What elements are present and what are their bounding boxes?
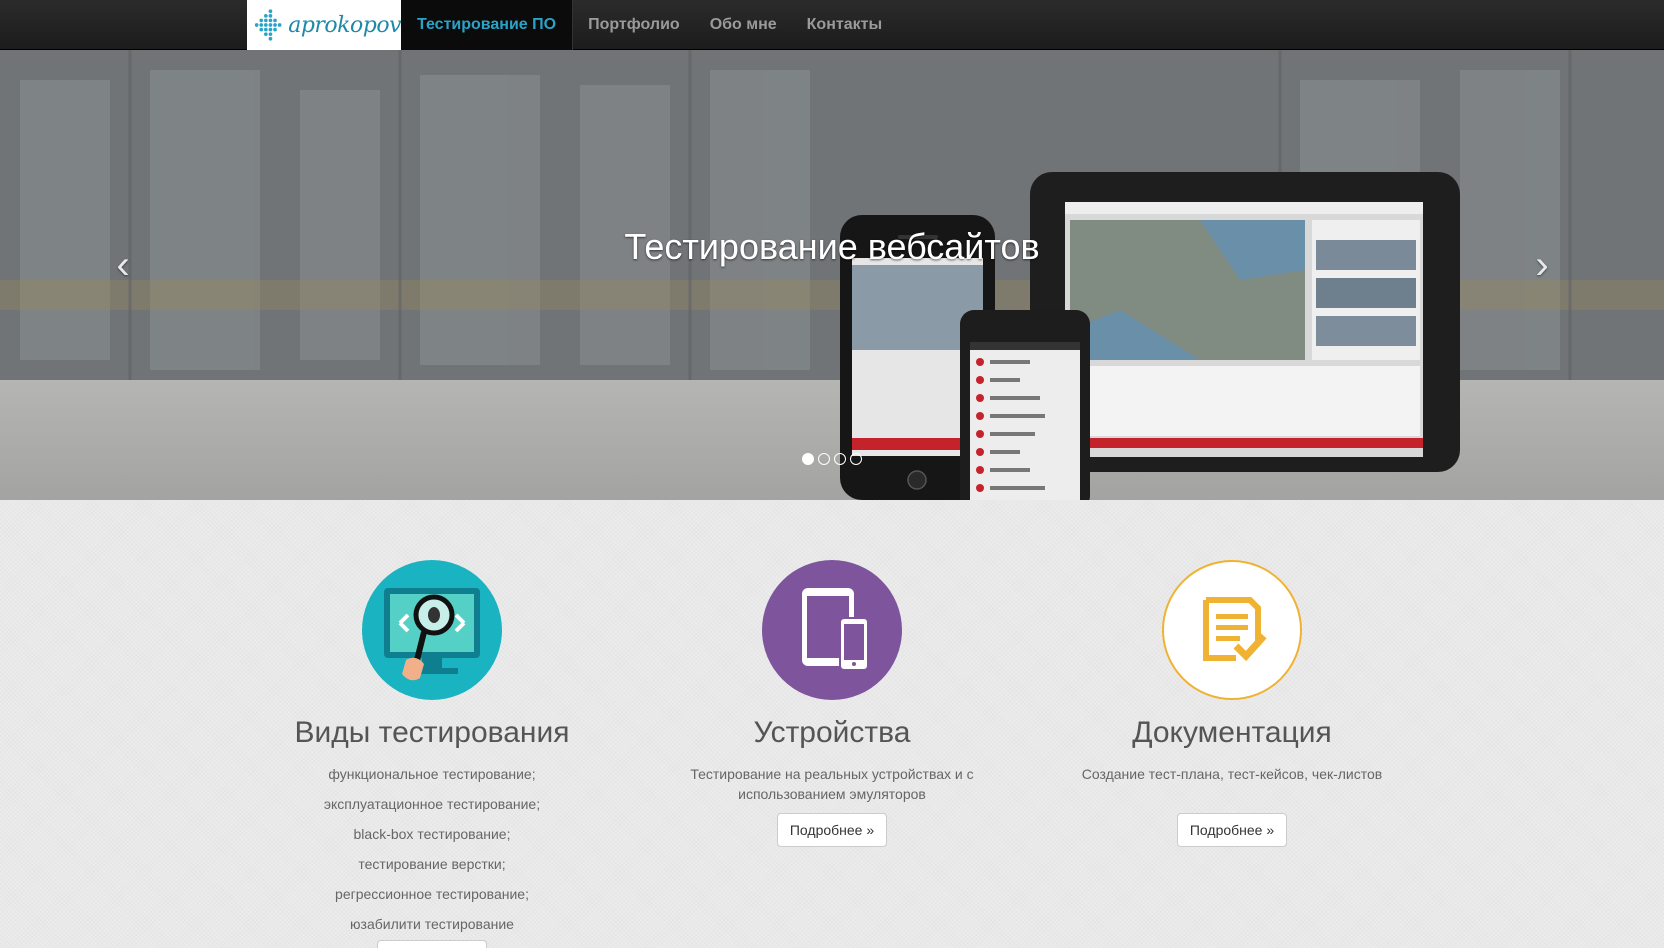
brand-logo[interactable]: aprokopov [247, 0, 401, 50]
logo-icon [254, 9, 282, 41]
list-item: тестирование верстки; [358, 856, 506, 872]
nav-inner: aprokopov Тестирование ПО Портфолио Обо … [247, 0, 897, 50]
feature-description: Создание тест-плана, тест-кейсов, чек-ли… [1081, 766, 1383, 782]
list-item: юзабилити тестирование [350, 916, 514, 932]
chevron-left-icon[interactable]: ‹ [108, 245, 138, 285]
more-button-partial[interactable] [377, 940, 487, 948]
carousel-indicators [802, 453, 862, 465]
carousel-dot[interactable] [850, 453, 862, 465]
nav-item-contacts[interactable]: Контакты [792, 0, 897, 50]
carousel-dot[interactable] [818, 453, 830, 465]
feature-title: Виды тестирования [294, 716, 570, 749]
more-button[interactable]: Подробнее » [1177, 813, 1287, 847]
nav-item-testing[interactable]: Тестирование ПО [401, 0, 574, 50]
carousel-dot[interactable] [834, 453, 846, 465]
feature-description: Тестирование на реальных устройствах и с… [690, 766, 974, 802]
nav-item-about[interactable]: Обо мне [695, 0, 792, 50]
nav-item-portfolio[interactable]: Портфолио [573, 0, 695, 50]
devices-icon [762, 560, 902, 700]
devices-image [840, 172, 1460, 500]
list-item: функциональное тестирование; [328, 766, 536, 782]
document-check-icon [1162, 560, 1302, 700]
hero-carousel: Тестирование вебсайтов ‹ › [0, 50, 1664, 500]
navbar: aprokopov Тестирование ПО Портфолио Обо … [0, 0, 1664, 50]
magnifier-bug-icon [362, 560, 502, 700]
feature-title: Устройства [753, 716, 911, 749]
testing-types-list: функциональное тестирование; эксплуатаци… [232, 764, 632, 944]
list-item: регрессионное тестирование; [335, 886, 529, 902]
list-item: эксплуатационное тестирование; [323, 796, 541, 812]
brand-name: aprokopov [288, 12, 401, 38]
carousel-dot[interactable] [802, 453, 814, 465]
list-item: black-box тестирование; [353, 826, 511, 842]
chevron-right-icon[interactable]: › [1527, 245, 1557, 285]
slide-caption: Тестирование вебсайтов [624, 226, 1040, 267]
feature-title: Документация [1132, 716, 1332, 749]
more-button[interactable]: Подробнее » [777, 813, 887, 847]
